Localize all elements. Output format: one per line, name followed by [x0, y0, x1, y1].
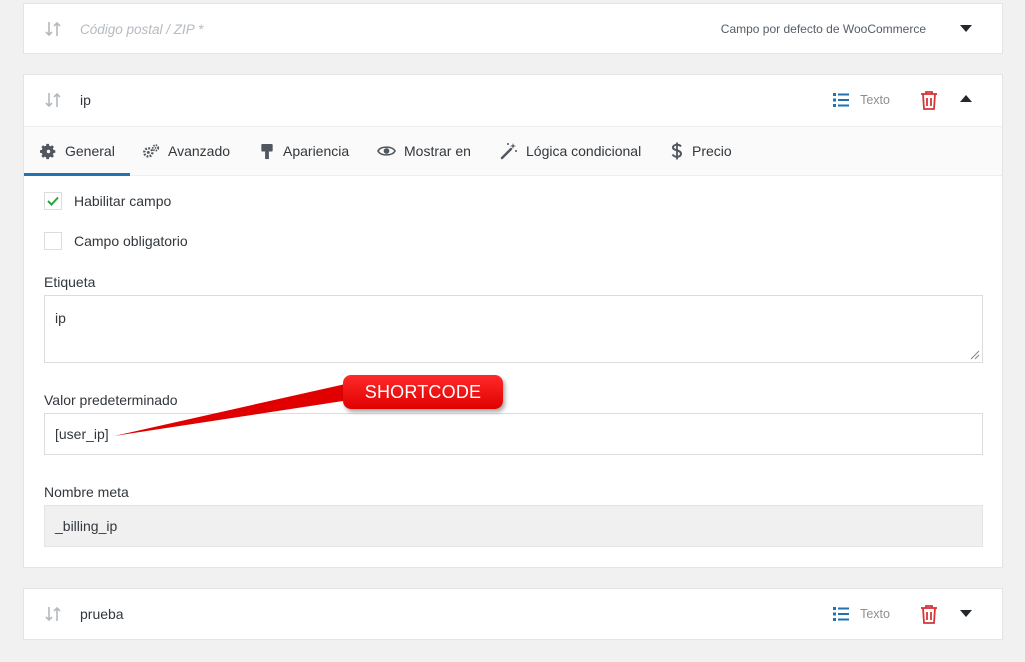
expand-caret-icon[interactable]: [960, 610, 972, 617]
tab-avanzado[interactable]: Avanzado: [142, 127, 230, 175]
etiqueta-label: Etiqueta: [44, 274, 96, 290]
default-value-label: Valor predeterminado: [44, 392, 178, 408]
field-panel-postcode: Código postal / ZIP * Campo por defecto …: [23, 3, 1003, 54]
field-title: Código postal / ZIP *: [80, 21, 204, 37]
shortcode-callout: SHORTCODE: [343, 375, 503, 409]
collapse-caret-icon[interactable]: [960, 95, 972, 102]
default-value-input[interactable]: [user_ip]: [44, 413, 983, 455]
gears-icon: [143, 143, 160, 158]
meta-name-input: _billing_ip: [44, 505, 983, 547]
tab-general[interactable]: General: [24, 127, 130, 176]
trash-icon[interactable]: [920, 90, 938, 110]
enable-field-label: Habilitar campo: [74, 193, 172, 209]
paint-roller-icon: [261, 143, 273, 159]
field-panel-prueba: prueba Texto: [23, 588, 1003, 640]
tab-label: Precio: [692, 143, 732, 159]
enable-field-checkbox[interactable]: [44, 192, 62, 210]
required-field-label: Campo obligatorio: [74, 233, 188, 249]
field-header-prueba[interactable]: prueba Texto: [24, 589, 1002, 639]
enable-field-row: Habilitar campo: [44, 192, 171, 210]
gear-icon: [40, 143, 56, 159]
required-field-row: Campo obligatorio: [44, 232, 188, 250]
etiqueta-value: ip: [55, 310, 66, 326]
tab-label: General: [65, 143, 115, 159]
tab-mostrar-en[interactable]: Mostrar en: [377, 127, 471, 175]
field-panel-ip: ip Texto General Avanzado Apariencia Mos…: [23, 74, 1003, 568]
required-field-checkbox[interactable]: [44, 232, 62, 250]
sort-handle-icon[interactable]: [44, 605, 62, 623]
sort-handle-icon[interactable]: [44, 20, 62, 38]
field-settings-tabs: General Avanzado Apariencia Mostrar en L…: [24, 126, 1002, 176]
field-title: ip: [80, 92, 91, 108]
checkmark-icon: [47, 196, 59, 206]
tab-label: Apariencia: [283, 143, 350, 159]
meta-name-label: Nombre meta: [44, 484, 129, 500]
list-icon: [833, 607, 849, 621]
tab-logica-condicional[interactable]: Lógica condicional: [500, 127, 641, 175]
dollar-icon: [671, 142, 683, 160]
tab-precio[interactable]: Precio: [670, 127, 732, 175]
list-icon: [833, 93, 849, 107]
tab-apariencia[interactable]: Apariencia: [259, 127, 349, 175]
field-header-postcode[interactable]: Código postal / ZIP * Campo por defecto …: [24, 4, 1002, 54]
tab-label: Mostrar en: [404, 143, 471, 159]
tab-label: Avanzado: [168, 143, 231, 159]
resize-grip-icon[interactable]: [968, 348, 980, 360]
field-type-label: Texto: [860, 93, 890, 107]
eye-icon: [377, 146, 396, 156]
meta-name-value: _billing_ip: [55, 518, 118, 534]
field-header-ip[interactable]: ip Texto: [24, 75, 1002, 125]
field-title: prueba: [80, 606, 124, 622]
tab-label: Lógica condicional: [526, 143, 642, 159]
trash-icon[interactable]: [920, 604, 938, 624]
sort-handle-icon[interactable]: [44, 91, 62, 109]
magic-wand-icon: [500, 143, 517, 160]
field-info: Campo por defecto de WooCommerce: [720, 22, 926, 36]
expand-caret-icon[interactable]: [960, 25, 972, 32]
default-value: [user_ip]: [55, 426, 109, 442]
field-type-label: Texto: [860, 607, 890, 621]
etiqueta-textarea[interactable]: ip: [44, 295, 983, 363]
